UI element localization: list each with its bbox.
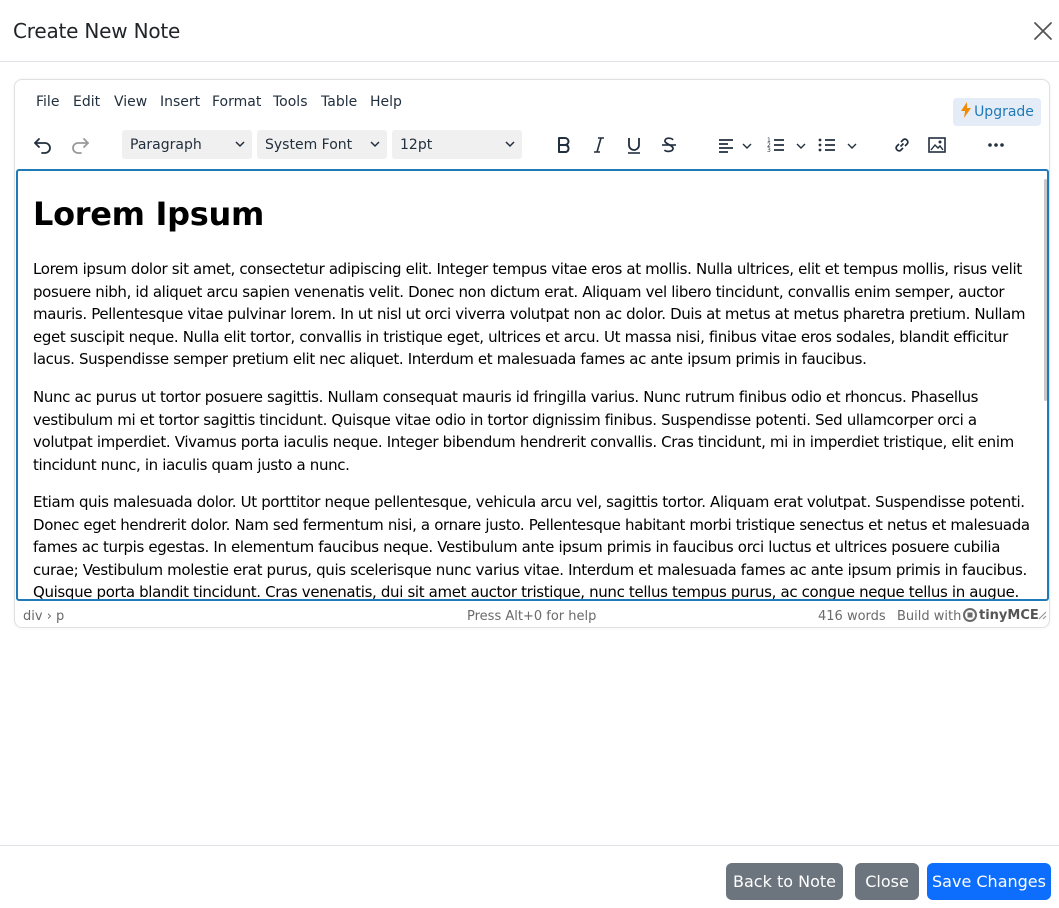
content-paragraph: Etiam quis malesuada dolor. Ut porttitor…: [33, 493, 1030, 601]
tinymce-brand[interactable]: tinyMCE: [979, 608, 1039, 623]
content-heading: Lorem Ipsum: [33, 195, 265, 233]
underline-icon[interactable]: [620, 131, 648, 159]
numbered-list-icon[interactable]: 123: [762, 131, 790, 159]
block-format-value: Paragraph: [130, 136, 202, 153]
rich-text-editor: File Edit View Insert Format Tools Table…: [14, 79, 1050, 628]
upgrade-label: Upgrade: [974, 104, 1034, 120]
image-icon[interactable]: [923, 131, 951, 159]
editor-content-area[interactable]: Lorem Ipsum Lorem ipsum dolor sit amet, …: [16, 169, 1049, 601]
resize-handle-icon[interactable]: [1037, 609, 1047, 620]
modal-footer: Back to Note Close Save Changes: [0, 845, 1059, 908]
undo-icon[interactable]: [29, 131, 57, 159]
element-path[interactable]: div › p: [23, 609, 64, 624]
chevron-down-icon[interactable]: [741, 139, 753, 157]
italic-icon[interactable]: [585, 131, 613, 159]
strikethrough-icon[interactable]: [655, 131, 683, 159]
font-size-select[interactable]: 12pt: [392, 130, 522, 159]
align-left-icon[interactable]: [712, 131, 740, 159]
font-family-select[interactable]: System Font: [257, 130, 387, 159]
svg-text:3: 3: [767, 147, 771, 154]
lightning-icon: [960, 102, 972, 122]
menu-tools[interactable]: Tools: [273, 94, 308, 110]
chevron-down-icon: [369, 138, 381, 154]
menu-edit[interactable]: Edit: [73, 94, 100, 110]
save-changes-button[interactable]: Save Changes: [927, 863, 1051, 900]
menu-view[interactable]: View: [114, 94, 147, 110]
help-hint: Press Alt+0 for help: [467, 609, 597, 624]
chevron-down-icon: [234, 138, 246, 154]
back-to-note-button[interactable]: Back to Note: [726, 863, 843, 900]
font-size-value: 12pt: [400, 136, 433, 153]
statusbar: div › p Press Alt+0 for help 416 words B…: [15, 602, 1049, 628]
bold-icon[interactable]: [550, 131, 578, 159]
content-scrollbar[interactable]: [1044, 179, 1047, 401]
close-icon[interactable]: [1031, 19, 1055, 43]
chevron-down-icon: [504, 138, 516, 154]
redo-icon[interactable]: [66, 131, 94, 159]
close-button[interactable]: Close: [855, 863, 919, 900]
menu-insert[interactable]: Insert: [160, 94, 200, 110]
menu-format[interactable]: Format: [212, 94, 261, 110]
menu-file[interactable]: File: [36, 94, 59, 110]
modal-title: Create New Note: [13, 19, 181, 43]
tinymce-logo-icon[interactable]: [963, 608, 977, 626]
word-count[interactable]: 416 words: [818, 609, 886, 624]
build-with-label: Build with: [897, 609, 962, 624]
chevron-down-icon[interactable]: [795, 139, 807, 157]
content-paragraph: Lorem ipsum dolor sit amet, consectetur …: [33, 260, 1026, 368]
modal-header: Create New Note: [0, 0, 1059, 62]
block-format-select[interactable]: Paragraph: [122, 130, 252, 159]
link-icon[interactable]: [888, 131, 916, 159]
upgrade-button[interactable]: Upgrade: [953, 98, 1041, 126]
bullet-list-icon[interactable]: [813, 131, 841, 159]
content-paragraph: Nunc ac purus ut tortor posuere sagittis…: [33, 388, 1014, 474]
more-icon[interactable]: [982, 131, 1010, 159]
menu-help[interactable]: Help: [370, 94, 402, 110]
chevron-down-icon[interactable]: [846, 139, 858, 157]
toolbar: Paragraph System Font 12pt 123: [15, 128, 1049, 162]
menu-table[interactable]: Table: [321, 94, 357, 110]
menubar: File Edit View Insert Format Tools Table…: [15, 90, 1049, 126]
font-family-value: System Font: [265, 136, 353, 153]
